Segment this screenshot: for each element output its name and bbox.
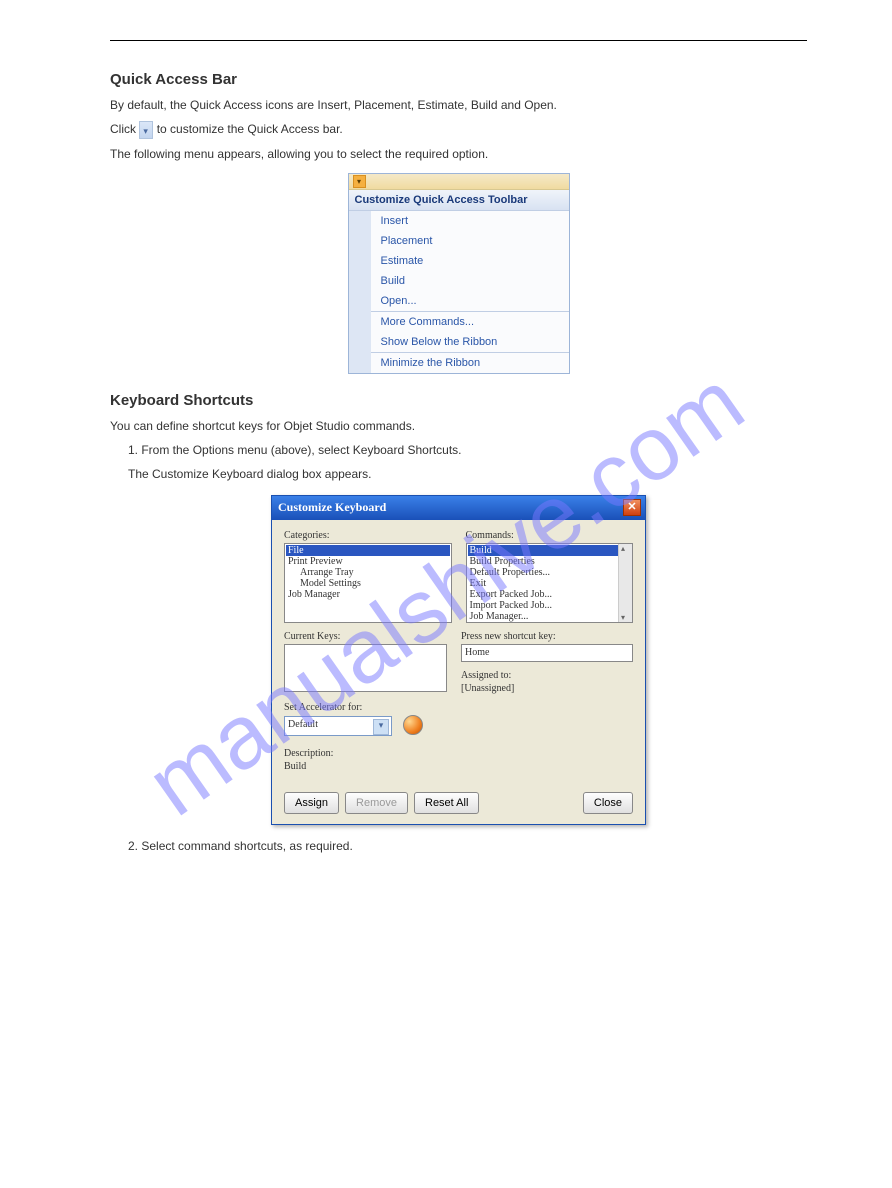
current-keys-listbox[interactable] — [284, 644, 447, 692]
assigned-to-value: [Unassigned] — [461, 683, 514, 694]
command-job-manager[interactable]: Job Manager... — [468, 611, 632, 622]
qat-item-placement[interactable]: Placement — [371, 231, 569, 251]
qat-customize-menu: ▾ Customize Quick Access Toolbar Insert … — [348, 173, 570, 374]
step1-text: From the Options menu (above), select Ke… — [141, 443, 461, 457]
command-default-properties[interactable]: Default Properties... — [468, 567, 632, 578]
qat-item-minimize[interactable]: Minimize the Ribbon — [371, 353, 569, 373]
step1-number: 1. — [128, 443, 141, 457]
step2-number: 2. — [128, 839, 141, 853]
commands-listbox[interactable]: Build Build Properties Default Propertie… — [466, 543, 634, 623]
command-import-packed[interactable]: Import Packed Job... — [468, 600, 632, 611]
category-model-settings[interactable]: Model Settings — [286, 578, 450, 589]
category-arrange-tray[interactable]: Arrange Tray — [286, 567, 450, 578]
text-after-icon: to customize the Quick Access bar. — [157, 122, 343, 136]
description-label: Description: — [284, 748, 633, 759]
header-rule — [110, 40, 807, 41]
accelerator-select[interactable]: Default — [284, 716, 392, 736]
step2-text: Select command shortcuts, as required. — [141, 839, 352, 853]
commands-scrollbar[interactable] — [618, 544, 632, 622]
dropdown-arrow-icon — [139, 121, 153, 139]
qat-item-build[interactable]: Build — [371, 271, 569, 291]
section-quick-access-title: Quick Access Bar — [110, 71, 807, 88]
current-keys-label: Current Keys: — [284, 631, 447, 642]
qat-menu-items: Insert Placement Estimate Build Open... … — [349, 211, 569, 373]
categories-label: Categories: — [284, 530, 452, 541]
categories-listbox[interactable]: File Print Preview Arrange Tray Model Se… — [284, 543, 452, 623]
command-export-packed[interactable]: Export Packed Job... — [468, 589, 632, 600]
keyboard-step1: 1. From the Options menu (above), select… — [128, 441, 807, 459]
qat-menu-topbar: ▾ — [349, 174, 569, 190]
close-button[interactable]: ✕ — [623, 499, 641, 516]
keyboard-caption: The Customize Keyboard dialog box appear… — [128, 465, 807, 483]
qat-menu-title: Customize Quick Access Toolbar — [349, 190, 569, 211]
orb-icon — [403, 715, 423, 735]
command-build-properties[interactable]: Build Properties — [468, 556, 632, 567]
text-before-icon: Click — [110, 122, 139, 136]
qat-item-show-below[interactable]: Show Below the Ribbon — [371, 332, 569, 352]
command-build[interactable]: Build — [468, 545, 632, 556]
qat-description: By default, the Quick Access icons are I… — [110, 96, 807, 114]
customize-keyboard-dialog: Customize Keyboard ✕ Categories: File Pr… — [271, 495, 646, 825]
commands-label: Commands: — [466, 530, 634, 541]
qat-item-estimate[interactable]: Estimate — [371, 251, 569, 271]
qat-item-more-commands[interactable]: More Commands... — [371, 312, 569, 332]
dialog-title-text: Customize Keyboard — [278, 500, 386, 514]
shortcut-key-input[interactable]: Home — [461, 644, 633, 662]
qat-item-open[interactable]: Open... — [371, 291, 569, 311]
command-exit[interactable]: Exit — [468, 578, 632, 589]
press-new-label: Press new shortcut key: — [461, 631, 633, 642]
assigned-to-label: Assigned to: — [461, 670, 633, 681]
keyboard-intro: You can define shortcut keys for Objet S… — [110, 417, 807, 435]
dialog-titlebar: Customize Keyboard ✕ — [272, 496, 645, 520]
set-accelerator-label: Set Accelerator for: — [284, 702, 633, 713]
command-machine-properties[interactable]: Machine Properties — [468, 622, 632, 623]
qat-click-instruction: Click to customize the Quick Access bar. — [110, 120, 807, 139]
close-dialog-button[interactable]: Close — [583, 792, 633, 814]
assign-button[interactable]: Assign — [284, 792, 339, 814]
remove-button[interactable]: Remove — [345, 792, 408, 814]
section-keyboard-title: Keyboard Shortcuts — [110, 392, 807, 409]
category-file[interactable]: File — [286, 545, 450, 556]
qat-item-insert[interactable]: Insert — [371, 211, 569, 231]
category-job-manager[interactable]: Job Manager — [286, 589, 450, 600]
qat-menu-intro: The following menu appears, allowing you… — [110, 145, 807, 163]
keyboard-step2: 2. Select command shortcuts, as required… — [128, 837, 807, 855]
qat-dropdown-button[interactable]: ▾ — [353, 175, 366, 188]
description-value: Build — [284, 761, 306, 772]
reset-all-button[interactable]: Reset All — [414, 792, 479, 814]
category-print-preview[interactable]: Print Preview — [286, 556, 450, 567]
